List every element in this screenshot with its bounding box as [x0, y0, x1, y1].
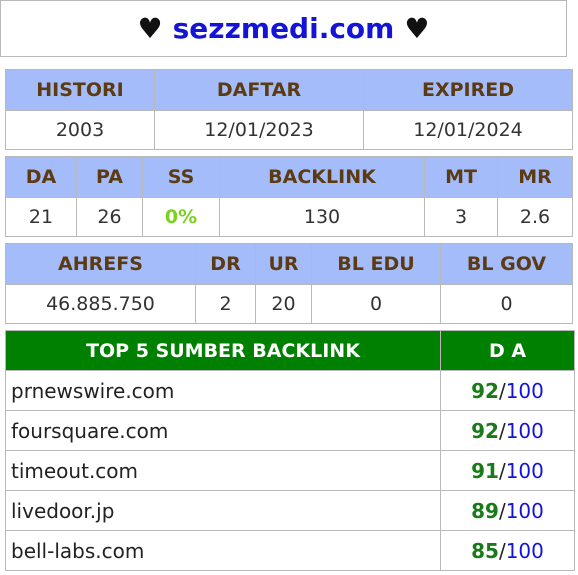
da-value: 89 [471, 498, 499, 523]
value-dr: 2 [195, 284, 256, 324]
value-histori: 2003 [5, 110, 155, 150]
table-header-row: TOP 5 SUMBER BACKLINK D A [5, 330, 575, 371]
table-row: livedoor.jp 89/100 [5, 490, 575, 531]
backlink-site: prnewswire.com [5, 370, 441, 411]
header-da-score: D A [440, 330, 575, 371]
backlink-da: 92/100 [440, 370, 575, 411]
value-ur: 20 [255, 284, 312, 324]
table-header-row: DA PA SS BACKLINK MT MR [5, 156, 573, 198]
backlink-site: livedoor.jp [5, 490, 441, 531]
header-backlink: BACKLINK [219, 156, 425, 198]
metrics-table: DA PA SS BACKLINK MT MR 21 26 0% 130 3 2… [5, 156, 573, 237]
backlink-da: 91/100 [440, 450, 575, 491]
value-da: 21 [5, 197, 77, 237]
header-mr: MR [497, 156, 573, 198]
backlink-site: timeout.com [5, 450, 441, 491]
table-row: 46.885.750 2 20 0 0 [5, 284, 573, 324]
da-value: 85 [471, 538, 499, 563]
header-histori: HISTORI [5, 69, 155, 111]
da-separator: / [498, 378, 506, 403]
table-row: 2003 12/01/2023 12/01/2024 [5, 110, 573, 150]
da-separator: / [498, 418, 506, 443]
value-bl-gov: 0 [440, 284, 573, 324]
da-max: 100 [505, 378, 544, 403]
header-bl-edu: BL EDU [311, 243, 441, 285]
table-row: 21 26 0% 130 3 2.6 [5, 197, 573, 237]
registration-table: HISTORI DAFTAR EXPIRED 2003 12/01/2023 1… [5, 69, 573, 150]
da-value: 92 [471, 378, 499, 403]
header-ahrefs: AHREFS [5, 243, 196, 285]
header-daftar: DAFTAR [154, 69, 364, 111]
da-max: 100 [505, 418, 544, 443]
value-expired: 12/01/2024 [363, 110, 573, 150]
header-dr: DR [195, 243, 256, 285]
value-bl-edu: 0 [311, 284, 441, 324]
table-row: bell-labs.com 85/100 [5, 530, 575, 571]
backlink-site: bell-labs.com [5, 530, 441, 571]
da-separator: / [498, 498, 506, 523]
table-row: foursquare.com 92/100 [5, 410, 575, 451]
value-ahrefs: 46.885.750 [5, 284, 196, 324]
header-ss: SS [142, 156, 220, 198]
value-pa: 26 [76, 197, 143, 237]
backlink-da: 89/100 [440, 490, 575, 531]
da-max: 100 [505, 458, 544, 483]
table-header-row: HISTORI DAFTAR EXPIRED [5, 69, 573, 111]
da-separator: / [498, 538, 506, 563]
value-mr: 2.6 [497, 197, 573, 237]
table-row: timeout.com 91/100 [5, 450, 575, 491]
da-value: 92 [471, 418, 499, 443]
heart-icon: ♥ [137, 12, 163, 45]
header-ur: UR [255, 243, 312, 285]
site-title-banner: ♥ sezzmedi.com ♥ [0, 0, 567, 57]
domain-name: sezzmedi.com [172, 12, 395, 45]
ahrefs-table: AHREFS DR UR BL EDU BL GOV 46.885.750 2 … [5, 243, 573, 324]
heart-icon: ♥ [404, 12, 430, 45]
value-daftar: 12/01/2023 [154, 110, 364, 150]
da-separator: / [498, 458, 506, 483]
backlink-da: 92/100 [440, 410, 575, 451]
table-header-row: AHREFS DR UR BL EDU BL GOV [5, 243, 573, 285]
backlink-site: foursquare.com [5, 410, 441, 451]
top-backlinks-table: TOP 5 SUMBER BACKLINK D A prnewswire.com… [5, 330, 575, 571]
value-mt: 3 [424, 197, 498, 237]
header-top5-source: TOP 5 SUMBER BACKLINK [5, 330, 441, 371]
header-expired: EXPIRED [363, 69, 573, 111]
da-value: 91 [471, 458, 499, 483]
header-pa: PA [76, 156, 143, 198]
backlink-da: 85/100 [440, 530, 575, 571]
header-bl-gov: BL GOV [440, 243, 573, 285]
header-da: DA [5, 156, 77, 198]
header-mt: MT [424, 156, 498, 198]
table-row: prnewswire.com 92/100 [5, 370, 575, 411]
value-ss: 0% [142, 197, 220, 237]
da-max: 100 [505, 538, 544, 563]
value-backlink: 130 [219, 197, 425, 237]
da-max: 100 [505, 498, 544, 523]
